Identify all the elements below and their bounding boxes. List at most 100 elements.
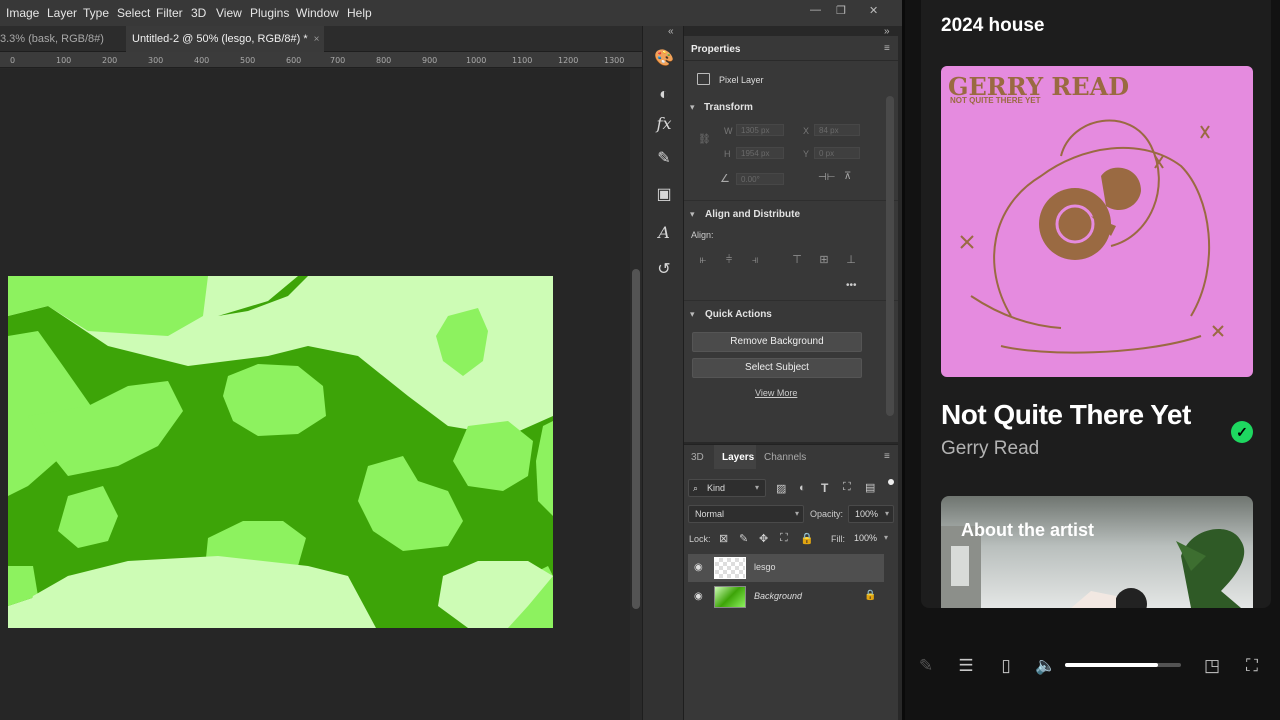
menu-help[interactable]: Help — [347, 6, 372, 20]
lock-artboard-icon[interactable]: ⛶ — [780, 532, 788, 545]
minimize-icon[interactable]: — — [810, 4, 821, 16]
chevron-down-icon[interactable]: ▾ — [690, 309, 695, 320]
tab-3d[interactable]: 3D — [691, 452, 704, 463]
tab-channels[interactable]: Channels — [764, 452, 806, 463]
doc-tab-bask[interactable]: 3.3% (bask, RGB/8#) *× — [0, 26, 120, 71]
align-distribute-title[interactable]: Align and Distribute — [705, 209, 800, 220]
lock-position-icon[interactable]: ✥ — [759, 532, 768, 545]
filter-type-icon[interactable]: T — [821, 481, 828, 495]
flip-horizontal-icon[interactable]: ⊣⊢ — [818, 172, 835, 183]
link-icon[interactable]: ⛓ — [698, 134, 711, 145]
tab-close-icon[interactable]: × — [314, 34, 320, 45]
eye-icon[interactable]: ◉ — [694, 562, 703, 573]
canvas-scrollbar[interactable] — [630, 69, 642, 720]
track-artist[interactable]: Gerry Read — [941, 438, 1039, 460]
fullscreen-icon[interactable]: ⛶ — [1240, 656, 1264, 676]
select-subject-button[interactable]: Select Subject — [692, 358, 862, 378]
chevron-down-icon[interactable]: ▾ — [690, 209, 695, 220]
more-options-icon[interactable]: ••• — [846, 280, 857, 291]
ruler-tick: 900 — [422, 56, 438, 65]
track-title[interactable]: Not Quite There Yet — [941, 399, 1191, 431]
filter-kind-dropdown[interactable]: ⌕ Kind ▾ — [688, 479, 766, 497]
saved-check-icon[interactable]: ✓ — [1231, 421, 1253, 443]
close-icon[interactable]: ✕ — [869, 4, 878, 17]
flip-vertical-icon[interactable]: ⊼ — [844, 171, 851, 182]
lock-transparent-icon[interactable]: ⊠ — [719, 532, 728, 545]
filter-adjustment-icon[interactable]: ◐ — [799, 482, 806, 494]
miniplayer-icon[interactable]: ◳ — [1200, 656, 1224, 676]
filter-pixel-icon[interactable]: ▨ — [776, 482, 786, 495]
fx-icon[interactable]: fx — [653, 113, 675, 135]
queue-icon[interactable]: ☰ — [954, 656, 978, 676]
align-right-icon[interactable]: ⫣ — [748, 253, 762, 267]
lock-all-icon[interactable]: 🔒 — [800, 532, 814, 545]
menu-image[interactable]: Image — [6, 6, 39, 20]
blend-mode-dropdown[interactable]: Normal ▾ — [688, 505, 804, 523]
doc-tab-untitled-2[interactable]: Untitled-2 @ 50% (lesgo, RGB/8#) * × — [126, 26, 324, 52]
playlist-title[interactable]: 2024 house — [941, 15, 1045, 37]
fill-label: Fill: — [831, 534, 845, 544]
layer-row-background[interactable]: ◉ Background 🔒 — [688, 583, 884, 611]
fill-field[interactable]: 100% ▾ — [848, 530, 894, 548]
history-icon[interactable]: ↺ — [653, 259, 675, 281]
align-middle-v-icon[interactable]: ⊞ — [817, 253, 831, 267]
filter-kind-value: Kind — [707, 483, 726, 493]
transform-title[interactable]: Transform — [704, 102, 753, 113]
chevron-down-icon[interactable]: ▾ — [690, 102, 695, 113]
quick-actions-title[interactable]: Quick Actions — [705, 309, 772, 320]
y-field[interactable]: 0 px — [814, 147, 860, 159]
properties-scrollbar[interactable] — [886, 96, 894, 416]
lock-label: Lock: — [689, 534, 711, 544]
character-icon[interactable]: A — [653, 222, 675, 244]
volume-icon[interactable]: 🔈 — [1034, 656, 1058, 676]
menu-filter[interactable]: Filter — [156, 6, 183, 20]
y-label: Y — [803, 149, 810, 159]
palette-icon[interactable]: 🎨 — [653, 48, 675, 70]
panel-menu-icon[interactable]: ≡ — [884, 451, 890, 462]
height-field[interactable]: 1954 px — [736, 147, 784, 159]
panel-tool-strip: « 🎨 ◐ fx ✎ ▣ A ↺ — [642, 26, 684, 720]
menu-type[interactable]: Type — [83, 6, 109, 20]
opacity-field[interactable]: 100% ▾ — [848, 505, 894, 523]
clone-source-icon[interactable]: ▣ — [653, 184, 675, 206]
angle-field[interactable]: 0.00° — [736, 173, 784, 185]
canvas-artwork[interactable] — [8, 276, 553, 628]
filter-toggle-icon[interactable] — [888, 479, 894, 485]
panel-menu-icon[interactable]: ≡ — [884, 43, 890, 54]
menu-3d[interactable]: 3D — [191, 6, 206, 20]
album-cover[interactable]: GERRY READ NOT QUITE THERE YET — [941, 66, 1253, 377]
align-top-icon[interactable]: ⊤ — [790, 253, 804, 267]
menu-view[interactable]: View — [216, 6, 242, 20]
chevron-down-icon: ▾ — [795, 509, 800, 518]
x-field[interactable]: 84 px — [814, 124, 860, 136]
tab-layers[interactable]: Layers — [722, 452, 754, 463]
volume-slider[interactable] — [1065, 663, 1181, 667]
menu-layer[interactable]: Layer — [47, 6, 77, 20]
remove-background-button[interactable]: Remove Background — [692, 332, 862, 352]
menu-window[interactable]: Window — [296, 6, 339, 20]
menu-plugins[interactable]: Plugins — [250, 6, 289, 20]
collapse-icon[interactable]: « — [668, 26, 674, 37]
menu-select[interactable]: Select — [117, 6, 150, 20]
align-bottom-icon[interactable]: ⊥ — [844, 253, 858, 267]
restore-icon[interactable]: ❐ — [836, 4, 846, 17]
align-left-icon[interactable]: ⫦ — [696, 253, 710, 267]
adjustments-icon[interactable]: ◐ — [653, 84, 675, 106]
connect-device-icon[interactable]: ▯ — [994, 656, 1018, 676]
layer-name[interactable]: lesgo — [754, 562, 776, 572]
width-field[interactable]: 1305 px — [736, 124, 784, 136]
layer-name[interactable]: Background — [754, 591, 802, 601]
lock-paint-icon[interactable]: ✎ — [739, 532, 748, 545]
align-center-h-icon[interactable]: ⫩ — [722, 253, 736, 267]
pixel-layer-icon — [697, 73, 710, 85]
view-more-link[interactable]: View More — [755, 388, 797, 398]
layer-row-lesgo[interactable]: ◉ lesgo — [688, 554, 884, 582]
about-artist-card[interactable]: About the artist — [941, 496, 1253, 608]
microphone-icon[interactable]: ✎ — [914, 656, 938, 676]
filter-shape-icon[interactable]: ⛶ — [843, 481, 851, 494]
eye-icon[interactable]: ◉ — [694, 591, 703, 602]
scrollbar-thumb[interactable] — [632, 269, 640, 609]
properties-tab[interactable]: Properties — [691, 44, 740, 55]
brush-icon[interactable]: ✎ — [653, 148, 675, 170]
filter-smart-object-icon[interactable]: ▤ — [865, 481, 875, 494]
